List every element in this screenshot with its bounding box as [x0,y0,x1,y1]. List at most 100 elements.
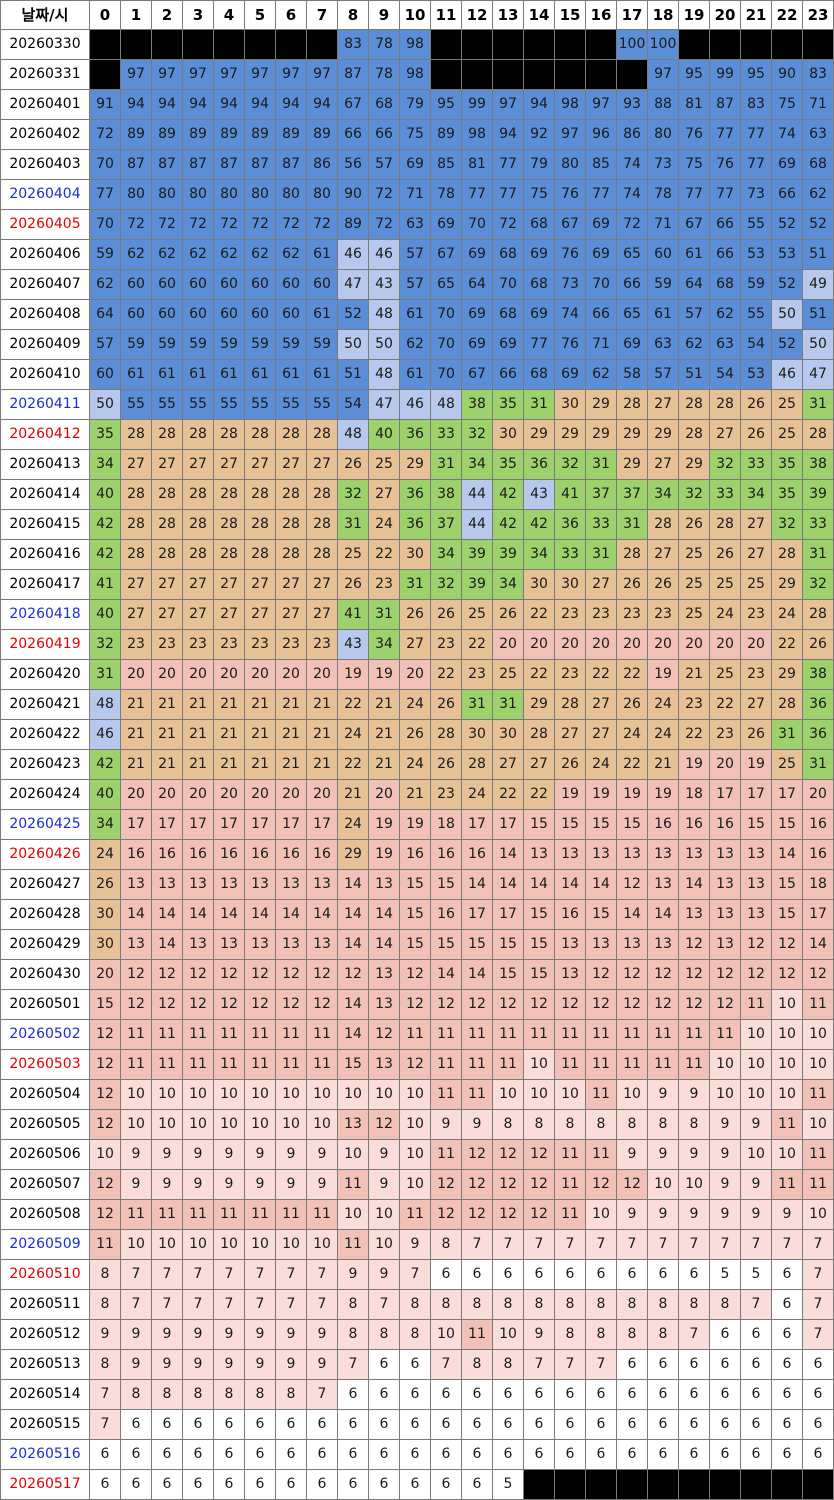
value-cell: 27 [585,569,617,600]
hour-header: 21 [740,0,772,30]
value-cell: 23 [430,629,462,660]
value-cell: 80 [647,119,679,150]
value-cell [554,29,586,60]
value-cell: 53 [740,239,772,270]
value-cell: 15 [492,959,524,990]
value-cell: 30 [492,419,524,450]
value-cell: 28 [151,509,183,540]
value-cell: 31 [802,389,834,420]
value-cell: 26 [399,599,431,630]
value-cell: 6 [430,1259,462,1290]
table-row: 20260330 83 78 98 100 100 [0,29,834,60]
value-cell: 6 [740,1379,772,1410]
value-cell: 11 [802,1079,834,1110]
value-cell: 26 [399,719,431,750]
value-cell: 66 [709,239,741,270]
value-cell: 21 [151,689,183,720]
value-cell: 12 [89,1049,121,1080]
table-row: 20260517 6 6 6 6 6 6 6 6 6 6 6 6 6 5 [0,1469,834,1500]
value-cell: 8 [554,1319,586,1350]
value-cell: 70 [430,359,462,390]
value-cell: 54 [740,329,772,360]
value-cell: 28 [151,479,183,510]
value-cell: 6 [461,1439,493,1470]
value-cell: 64 [678,269,710,300]
table-row: 20260414 40 28 28 28 28 28 28 28 32 27 36 38 44 42 43 41… [0,479,834,510]
hour-header: 8 [337,0,369,30]
value-cell: 11 [616,1019,648,1050]
value-cell: 23 [213,629,245,660]
value-cell: 6 [461,1469,493,1500]
value-cell: 20 [275,659,307,690]
value-cell: 5 [492,1469,524,1500]
value-cell: 12 [461,1169,493,1200]
value-cell: 6 [616,1409,648,1440]
table-row: 20260504 12 10 10 10 10 10 10 10 10 10 10 11 11 10 10 10… [0,1079,834,1110]
value-cell: 74 [616,179,648,210]
value-cell: 7 [306,1259,338,1290]
value-cell: 33 [430,419,462,450]
value-cell: 77 [89,179,121,210]
table-row: 20260503 12 11 11 11 11 11 11 11 15 13 12 11 11 11 10 11… [0,1049,834,1080]
value-cell: 7 [89,1409,121,1440]
value-cell: 92 [523,119,555,150]
value-cell: 31 [585,449,617,480]
value-cell: 6 [802,1439,834,1470]
value-cell: 6 [585,1259,617,1290]
value-cell: 54 [337,389,369,420]
value-cell: 6 [740,1439,772,1470]
value-cell: 19 [368,839,400,870]
value-cell: 10 [492,1319,524,1350]
value-cell [523,1469,555,1500]
value-cell: 27 [182,569,214,600]
value-cell: 27 [213,599,245,630]
value-cell: 21 [151,719,183,750]
value-cell: 9 [678,1199,710,1230]
value-cell: 13 [585,929,617,960]
value-cell: 8 [461,1349,493,1380]
value-cell: 12 [120,959,152,990]
value-cell: 19 [585,779,617,810]
value-cell: 12 [368,1109,400,1140]
value-cell: 77 [678,179,710,210]
value-cell: 10 [89,1139,121,1170]
value-cell: 17 [182,809,214,840]
value-cell: 38 [430,479,462,510]
value-cell: 18 [430,809,462,840]
value-cell: 10 [213,1229,245,1260]
value-cell: 54 [709,359,741,390]
value-cell: 28 [616,539,648,570]
value-cell: 36 [399,419,431,450]
value-cell: 10 [275,1229,307,1260]
value-cell: 21 [368,689,400,720]
date-cell: 20260427 [0,869,90,900]
value-cell: 10 [771,1019,803,1050]
value-cell: 44 [461,509,493,540]
value-cell: 72 [275,209,307,240]
value-cell: 10 [740,1049,772,1080]
value-cell: 20 [120,659,152,690]
value-cell: 21 [678,659,710,690]
value-cell: 91 [89,89,121,120]
value-cell: 7 [647,1229,679,1260]
value-cell: 7 [337,1349,369,1380]
value-cell: 11 [399,1019,431,1050]
value-cell: 12 [306,959,338,990]
value-cell: 12 [616,989,648,1020]
value-cell: 9 [120,1139,152,1170]
value-cell: 30 [554,569,586,600]
value-cell: 6 [771,1379,803,1410]
value-cell: 8 [554,1289,586,1320]
value-cell: 5 [709,1259,741,1290]
value-cell: 79 [523,149,555,180]
value-cell: 89 [213,119,245,150]
value-cell: 47 [368,389,400,420]
value-cell: 26 [616,689,648,720]
value-cell: 69 [616,329,648,360]
value-cell: 70 [430,329,462,360]
value-cell: 17 [275,809,307,840]
value-cell: 60 [213,299,245,330]
value-cell: 52 [771,269,803,300]
value-cell: 55 [275,389,307,420]
value-cell: 55 [740,299,772,330]
